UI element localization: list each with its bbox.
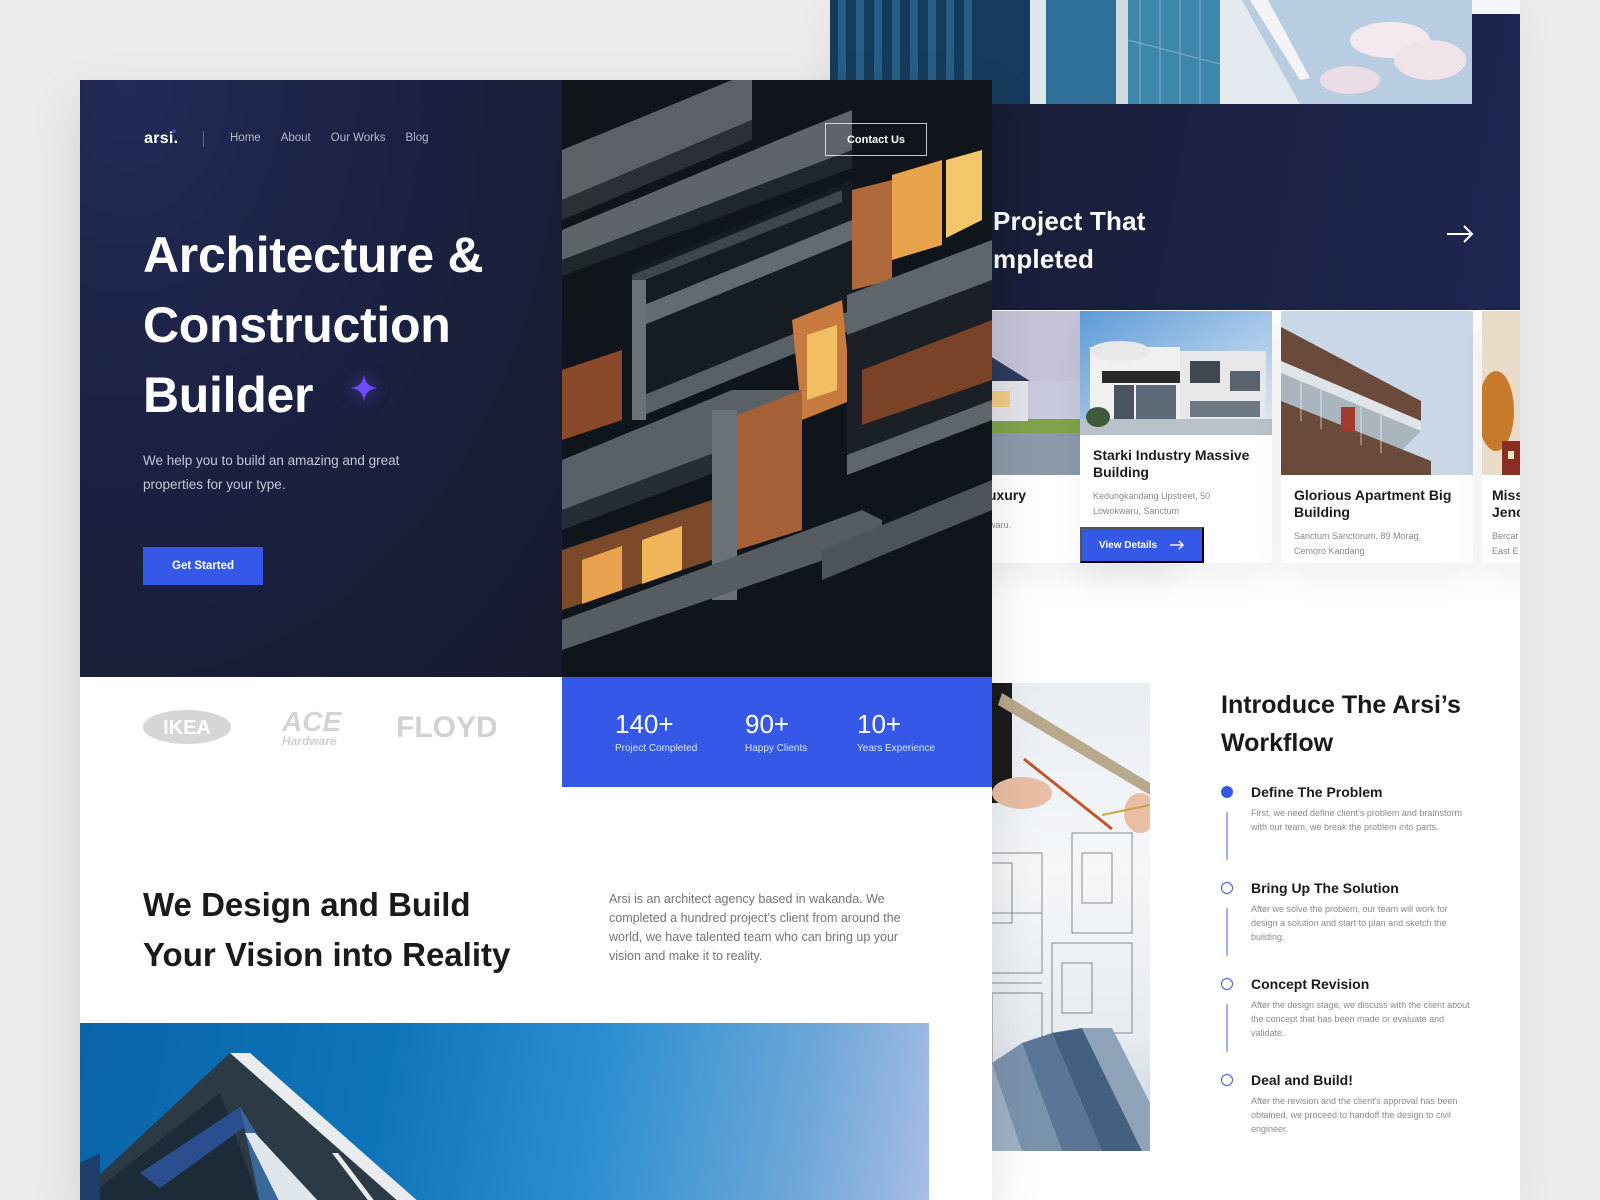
step-description: After the design stage, we discuss with … bbox=[1251, 1000, 1470, 1038]
stats-bar: 140+ Project Completed 90+ Happy Clients… bbox=[562, 677, 992, 787]
stat-experience: 10+ Years Experience bbox=[857, 709, 935, 754]
stat-label: Project Completed bbox=[615, 743, 698, 754]
nav-our-works[interactable]: Our Works bbox=[331, 132, 386, 144]
ace-logo-subtext: Hardware bbox=[282, 734, 337, 748]
projects-heading-line-1: Project That bbox=[993, 206, 1146, 236]
about-title: We Design and Build Your Vision into Rea… bbox=[143, 880, 563, 980]
workflow-step: Concept Revision After the design stage,… bbox=[1221, 976, 1491, 1052]
ace-logo-text: ACE bbox=[281, 706, 342, 737]
landing-page: arsi. Home About Our Works Blog Architec… bbox=[80, 80, 992, 1200]
step-connector bbox=[1226, 812, 1228, 860]
address-line-2: East E bbox=[1492, 546, 1519, 556]
floyd-logo-text: FLOYD bbox=[396, 711, 496, 744]
roof-illustration bbox=[80, 1053, 417, 1200]
project-card-address: Bercar East E bbox=[1492, 529, 1520, 559]
stat-projects: 140+ Project Completed bbox=[615, 709, 697, 754]
address-line-2: Cemoro Kandang bbox=[1294, 546, 1365, 556]
arrow-right-icon[interactable] bbox=[1445, 224, 1475, 244]
stat-value: 10+ bbox=[857, 709, 902, 739]
about-title-line-1: We Design and Build bbox=[143, 886, 471, 923]
autumn-house-image bbox=[1482, 311, 1520, 475]
project-card-title: Miss Jenc bbox=[1492, 487, 1520, 521]
step-indicator bbox=[1221, 882, 1233, 894]
ikea-logo-text: IKEA bbox=[163, 717, 211, 739]
building-roof-sky-image bbox=[80, 1023, 929, 1200]
projects-heading-line-2: mpleted bbox=[993, 244, 1095, 274]
apartment-building-image bbox=[1281, 311, 1473, 475]
step-title: Bring Up The Solution bbox=[1251, 880, 1399, 896]
step-description: After we solve the problem, our team wil… bbox=[1251, 904, 1448, 942]
project-card[interactable]: Glorious Apartment Big Building Sanctum … bbox=[1281, 311, 1473, 563]
apartment-building-illustration bbox=[1281, 311, 1473, 475]
projects-heading: Project That mpleted bbox=[993, 202, 1293, 278]
nav-home[interactable]: Home bbox=[230, 132, 261, 144]
title-line-2: Jenc bbox=[1492, 504, 1520, 520]
stat-label: Years Experience bbox=[857, 743, 936, 754]
autumn-house-illustration bbox=[1482, 311, 1520, 475]
step-title: Deal and Build! bbox=[1251, 1072, 1353, 1088]
address-line-2: Lowokwaru, Sanctum bbox=[1093, 506, 1180, 516]
about-title-line-2: Your Vision into Reality bbox=[143, 936, 511, 973]
modern-villa-illustration bbox=[1080, 311, 1272, 435]
workflow-title: Introduce The Arsi’s Workflow bbox=[1221, 686, 1501, 762]
step-indicator bbox=[1221, 978, 1233, 990]
hero-description: We help you to build an amazing and grea… bbox=[143, 453, 400, 492]
stat-clients: 90+ Happy Clients bbox=[745, 709, 807, 754]
step-description: First, we need define client’s problem a… bbox=[1251, 808, 1462, 832]
nav-divider bbox=[203, 131, 204, 147]
logo-sparkle-icon bbox=[171, 128, 177, 134]
project-card-address: Kedungkandang Upstreet, 50 Lowokwaru, Sa… bbox=[1093, 489, 1260, 519]
step-indicator bbox=[1221, 1074, 1233, 1086]
stat-label: Happy Clients bbox=[745, 743, 808, 754]
address-line-1: Bercar bbox=[1492, 531, 1519, 541]
get-started-button[interactable]: Get Started bbox=[143, 547, 263, 585]
view-details-button[interactable]: View Details bbox=[1080, 527, 1204, 563]
hero-building-image bbox=[562, 80, 992, 677]
arrow-right-icon bbox=[1170, 540, 1185, 550]
step-title: Concept Revision bbox=[1251, 976, 1370, 992]
workflow-step: Bring Up The Solution After we solve the… bbox=[1221, 880, 1491, 956]
workflow-step: Define The Problem First, we need define… bbox=[1221, 784, 1491, 860]
step-connector bbox=[1226, 1004, 1228, 1052]
view-details-label: View Details bbox=[1098, 539, 1158, 551]
night-balconies-illustration bbox=[562, 80, 992, 677]
ikea-logo: IKEA bbox=[143, 710, 231, 744]
step-connector bbox=[1226, 908, 1228, 956]
contact-us-button[interactable]: Contact Us bbox=[825, 123, 927, 156]
sparkle-icon bbox=[350, 374, 378, 402]
hero-title-line-2: Construction bbox=[143, 297, 451, 353]
nav-about[interactable]: About bbox=[281, 132, 311, 144]
partner-logos: IKEA ACE Hardware FLOYD bbox=[80, 677, 562, 787]
project-card[interactable]: Miss Jenc Bercar East E bbox=[1482, 311, 1520, 563]
project-card-address: Sanctum Sanctorum, 89 Morag, Cemoro Kand… bbox=[1294, 529, 1461, 559]
step-indicator-active bbox=[1221, 786, 1233, 798]
project-card[interactable]: Starki Industry Massive Building Kedungk… bbox=[1080, 311, 1272, 563]
stat-value: 140+ bbox=[615, 709, 674, 739]
hero-title-line-1: Architecture & bbox=[143, 227, 484, 283]
address-line-1: Kedungkandang Upstreet, 50 bbox=[1093, 491, 1211, 501]
floyd-logo: FLOYD bbox=[396, 711, 496, 744]
hero-section: arsi. Home About Our Works Blog Architec… bbox=[80, 80, 562, 677]
workflow-title-line-1: Introduce The Arsi’s bbox=[1221, 691, 1461, 719]
nav-blog[interactable]: Blog bbox=[406, 132, 429, 144]
address-line-1: Sanctum Sanctorum, 89 Morag, bbox=[1294, 531, 1422, 541]
stat-value: 90+ bbox=[745, 709, 790, 739]
workflow-step: Deal and Build! After the revision and t… bbox=[1221, 1072, 1491, 1136]
project-card-title: Glorious Apartment Big Building bbox=[1294, 487, 1452, 520]
step-title: Define The Problem bbox=[1251, 784, 1383, 800]
workflow-title-line-2: Workflow bbox=[1221, 729, 1334, 757]
title-line-1: Miss bbox=[1492, 487, 1520, 503]
main-nav: Home About Our Works Blog bbox=[230, 132, 429, 144]
step-description: After the revision and the client's appr… bbox=[1251, 1096, 1458, 1134]
project-card-title: Starki Industry Massive Building bbox=[1093, 447, 1250, 480]
page-corner bbox=[1472, 0, 1520, 14]
ace-hardware-logo: ACE Hardware bbox=[281, 706, 342, 748]
modern-villa-image bbox=[1080, 311, 1272, 435]
about-description: Arsi is an architect agency based in wak… bbox=[609, 892, 901, 963]
